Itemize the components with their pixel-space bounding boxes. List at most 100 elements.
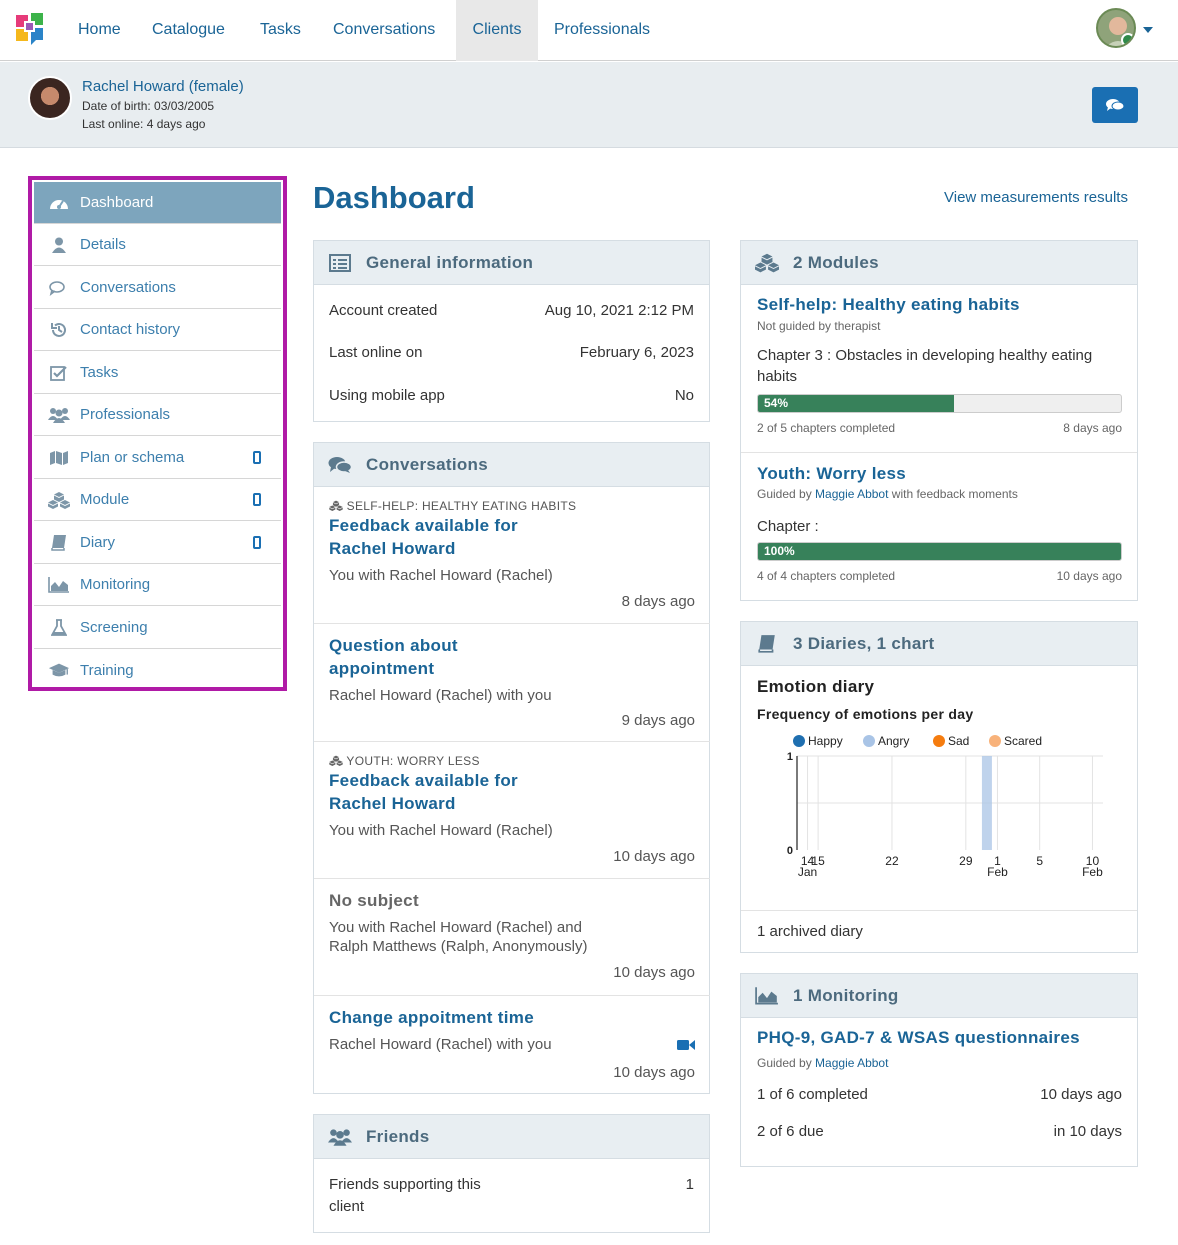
nav-professionals[interactable]: Professionals [538, 0, 666, 61]
nav-conversations[interactable]: Conversations [317, 0, 451, 61]
eye-badge-icon [1121, 33, 1134, 46]
cubes-icon [755, 253, 779, 273]
sidebar-item-conversations[interactable]: Conversations [34, 267, 281, 309]
module-progress-bar: 100% [757, 542, 1122, 561]
divider [741, 910, 1137, 911]
top-navbar: Home Catalogue Tasks Conversations Clien… [0, 0, 1178, 61]
conversation-title[interactable]: No subject [329, 889, 419, 912]
conversation-item[interactable]: YOUTH: WORRY LESS Feedback available for… [314, 742, 710, 879]
sidebar-item-professionals[interactable]: Professionals [34, 394, 281, 436]
friends-count: 1 [685, 1176, 694, 1193]
info-value: No [674, 387, 694, 404]
conversation-category: SELF-HELP: HEALTHY EATING HABITS [329, 499, 576, 513]
panel-header: Friends [314, 1115, 709, 1159]
sidebar-item-plan-or-schema[interactable]: Plan or schema [34, 437, 281, 479]
legend-swatch [793, 735, 805, 747]
y-tick-label: 0 [787, 845, 793, 857]
sidebar-item-screening[interactable]: Screening [34, 607, 281, 649]
guided-prefix: Guided by [757, 487, 816, 501]
therapist-link[interactable]: Maggie Abbot [815, 487, 888, 501]
conversation-time: 9 days ago [621, 712, 695, 729]
archived-diary-link[interactable]: 1 archived diary [757, 923, 863, 940]
sidebar-item-tasks[interactable]: Tasks [34, 352, 281, 394]
area-chart-icon [48, 576, 70, 594]
friends-panel: Friends Friends supporting this client 1 [313, 1114, 710, 1233]
sidebar-item-dashboard[interactable]: Dashboard [34, 182, 281, 224]
nav-tasks[interactable]: Tasks [244, 0, 317, 61]
conversation-title[interactable]: Feedback available for Rachel Howard [329, 514, 559, 560]
monitoring-title[interactable]: PHQ-9, GAD-7 & WSAS questionnaires [757, 1028, 1080, 1048]
nav-clients[interactable]: Clients [456, 0, 538, 61]
client-dob: Date of birth: 03/03/2005 [82, 99, 215, 113]
user-avatar[interactable] [1096, 8, 1136, 48]
panel-header: Conversations [314, 443, 709, 487]
diary-title[interactable]: Emotion diary [757, 677, 874, 697]
module-time: 10 days ago [1056, 569, 1122, 583]
users-icon [328, 1127, 352, 1147]
history-icon [48, 321, 70, 339]
legend-swatch [989, 735, 1001, 747]
guided-prefix: Guided by [757, 1056, 816, 1070]
module-time: 8 days ago [1063, 421, 1122, 435]
sidebar-item-module[interactable]: Module [34, 479, 281, 521]
sidebar-item-label: Tasks [80, 364, 119, 381]
map-icon [48, 449, 70, 467]
panel-title: 2 Modules [793, 252, 879, 272]
monitoring-stat-label: 2 of 6 due [757, 1123, 824, 1140]
module-chapter: Chapter : [757, 518, 819, 535]
app-logo[interactable] [16, 13, 46, 45]
sidebar-item-label: Dashboard [80, 194, 154, 211]
nav-home[interactable]: Home [62, 0, 137, 61]
legend-label: Sad [948, 734, 969, 748]
module-title[interactable]: Youth: Worry less [757, 464, 906, 484]
conversation-item[interactable]: SELF-HELP: HEALTHY EATING HABITS Feedbac… [314, 487, 710, 624]
info-label: Account created [329, 302, 438, 319]
monitoring-stat-value: 10 days ago [1040, 1086, 1122, 1103]
chevron-down-icon[interactable] [1143, 27, 1153, 33]
x-tick-label: 15 [811, 854, 825, 868]
panel-header: 1 Monitoring [741, 974, 1137, 1018]
friends-label: Friends supporting this client [329, 1176, 481, 1215]
chapters-completed: 4 of 4 chapters completed [757, 569, 896, 583]
chat-button[interactable] [1092, 87, 1138, 123]
conversation-category-label: YOUTH: WORRY LESS [346, 754, 480, 768]
module-title[interactable]: Self-help: Healthy eating habits [757, 295, 1020, 315]
client-avatar [28, 76, 72, 120]
client-name-link[interactable]: Rachel Howard (female) [82, 78, 244, 95]
panel-title: 3 Diaries, 1 chart [793, 633, 935, 653]
conversation-title[interactable]: Question about appointment [329, 634, 529, 680]
conversation-item[interactable]: Change appoitment time Rachel Howard (Ra… [314, 996, 710, 1093]
conversation-title[interactable]: Feedback available for Rachel Howard [329, 769, 559, 815]
dashboard-icon [48, 194, 70, 212]
module-item[interactable]: Self-help: Healthy eating habits Not gui… [741, 285, 1137, 453]
therapist-link[interactable]: Maggie Abbot [815, 1056, 888, 1070]
module-item[interactable]: Youth: Worry less Guided by Maggie Abbot… [741, 453, 1137, 600]
conversation-item[interactable]: Question about appointment Rachel Howard… [314, 624, 710, 742]
sidebar-item-contact-history[interactable]: Contact history [34, 309, 281, 351]
module-chapter: Chapter 3 : Obstacles in developing heal… [757, 347, 1093, 385]
progress-fill: 100% [758, 543, 1121, 560]
area-chart-icon [755, 986, 779, 1006]
x-tick-sublabel: Feb [1082, 865, 1103, 879]
module-guidance: Not guided by therapist [757, 319, 881, 333]
emotion-chart: Happy Angry Sad Scared 1 0 14 Jan 15 22 29 1 Feb 5 10 F… [741, 722, 1137, 887]
conversation-time: 8 days ago [621, 593, 695, 610]
conversation-title[interactable]: Change appoitment time [329, 1006, 534, 1029]
sidebar-item-training[interactable]: Training [34, 649, 281, 691]
comments-icon [48, 279, 70, 297]
sidebar-item-diary[interactable]: Diary [34, 522, 281, 564]
nav-catalogue[interactable]: Catalogue [136, 0, 241, 61]
mobile-icon [253, 451, 261, 464]
legend-swatch [863, 735, 875, 747]
info-label: Using mobile app [329, 387, 445, 404]
legend-label: Angry [878, 734, 909, 748]
sidebar-item-monitoring[interactable]: Monitoring [34, 564, 281, 606]
comments-icon [328, 455, 352, 475]
checkbox-icon [48, 364, 70, 382]
conversation-item[interactable]: No subject You with Rachel Howard (Rache… [314, 879, 710, 996]
x-tick-label: 5 [1036, 854, 1043, 868]
conversation-time: 10 days ago [613, 848, 695, 865]
view-measurements-link[interactable]: View measurements results [944, 189, 1128, 206]
sidebar-item-details[interactable]: Details [34, 224, 281, 266]
info-label: Last online on [329, 344, 423, 361]
